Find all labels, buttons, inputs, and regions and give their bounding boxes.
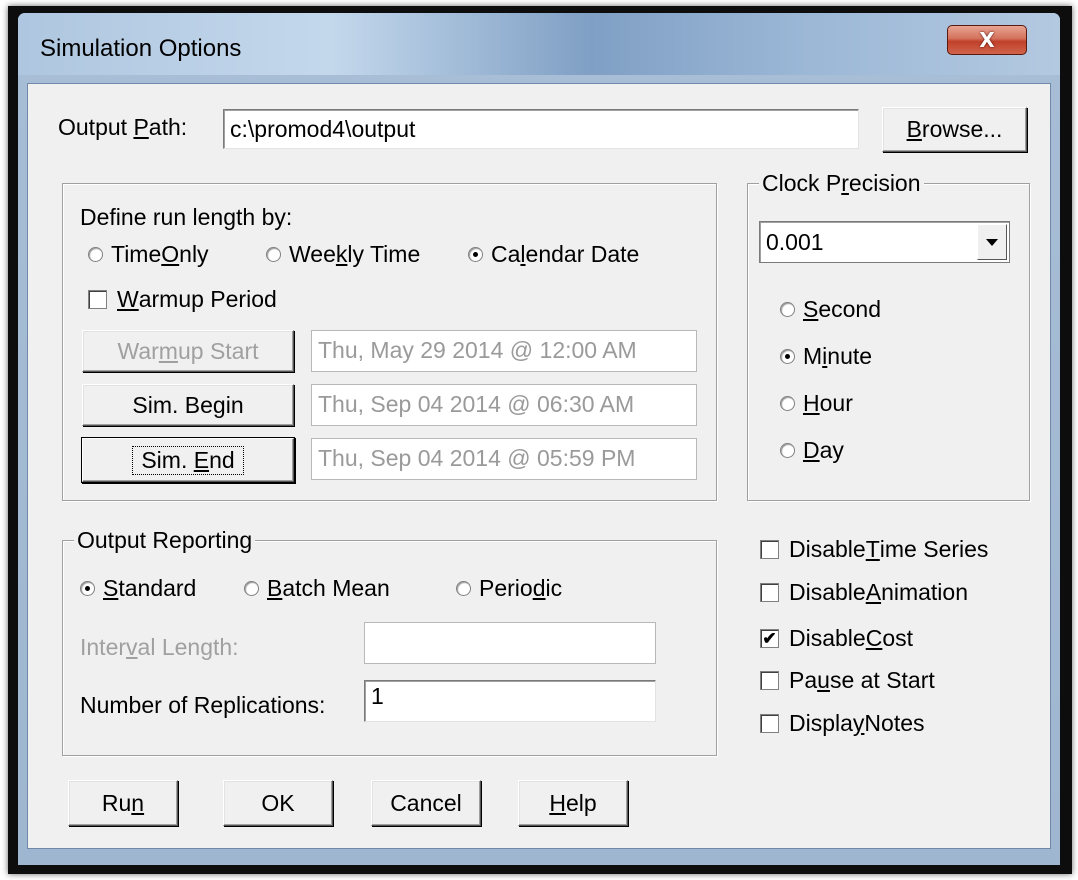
focus-rectangle: Sim. End: [132, 445, 244, 475]
sim-end-field: Thu, Sep 04 2014 @ 05:59 PM: [311, 438, 697, 480]
checkbox-disable-animation[interactable]: Disable Animation: [760, 579, 968, 606]
window-title: Simulation Options: [40, 35, 242, 62]
clock-precision-select[interactable]: 0.001: [759, 221, 1010, 263]
cancel-button[interactable]: Cancel: [371, 780, 481, 826]
radio-weekly-time[interactable]: Wee k ly Time: [266, 241, 420, 268]
run-length-heading: Define run length by:: [80, 204, 293, 230]
clock-precision-value: 0.001: [766, 229, 824, 255]
replications-input[interactable]: 1: [364, 680, 656, 722]
clock-precision-title: Clock Precision: [759, 170, 924, 197]
title-bar[interactable]: Simulation Options X: [18, 13, 1060, 75]
dropdown-button[interactable]: [977, 224, 1007, 260]
radio-indicator-selected: [468, 247, 483, 262]
radio-calendar-date[interactable]: Ca l endar Date: [468, 241, 639, 268]
radio-indicator: [244, 581, 259, 596]
radio-standard[interactable]: Standard: [80, 575, 196, 602]
close-icon: X: [979, 28, 995, 52]
sim-end-button[interactable]: Sim. End: [82, 438, 294, 482]
radio-indicator-selected: [780, 349, 795, 364]
radio-indicator: [780, 396, 795, 411]
checkbox-box: [760, 714, 779, 733]
radio-second[interactable]: Second: [780, 296, 881, 323]
ok-button[interactable]: OK: [223, 780, 333, 826]
radio-time-only[interactable]: Time Only: [88, 241, 209, 268]
output-path-label: Output Path:: [58, 114, 188, 140]
checkbox-pause-at-start[interactable]: Pa u se at Start: [760, 667, 935, 694]
radio-hour[interactable]: Hour: [780, 390, 853, 417]
checkbox-warmup-period[interactable]: Warmup Period: [88, 286, 277, 313]
run-button[interactable]: Ru n: [68, 780, 178, 826]
radio-indicator: [266, 247, 281, 262]
radio-minute[interactable]: Mi nute: [780, 343, 872, 370]
sim-begin-button[interactable]: Sim. Be g in: [82, 384, 294, 426]
checkbox-disable-time-series[interactable]: Disable Time Series: [760, 536, 988, 563]
checkbox-box: [760, 671, 779, 690]
browse-button[interactable]: Browse...: [882, 107, 1027, 152]
dialog-client-area: Output Path: c:\promod4\output Browse...…: [27, 83, 1051, 849]
radio-periodic[interactable]: Perio d ic: [456, 575, 562, 602]
output-path-input[interactable]: c:\promod4\output: [223, 109, 859, 149]
radio-batch-mean[interactable]: Batch Mean: [244, 575, 390, 602]
checkbox-box: [88, 290, 107, 309]
interval-length-label: Interval Length:: [80, 634, 239, 660]
interval-length-input[interactable]: [364, 622, 656, 664]
close-button[interactable]: X: [947, 25, 1027, 55]
radio-indicator-selected: [80, 581, 95, 596]
output-reporting-title: Output Reporting: [74, 527, 256, 554]
replications-label: Number of Replications:: [80, 692, 326, 718]
radio-indicator: [780, 302, 795, 317]
checkbox-box: [760, 583, 779, 602]
radio-indicator: [456, 581, 471, 596]
radio-indicator: [88, 247, 103, 262]
warmup-start-button[interactable]: War m up Start: [82, 330, 294, 372]
warmup-start-field: Thu, May 29 2014 @ 12:00 AM: [311, 330, 697, 372]
checkbox-display-notes[interactable]: Displa y Notes: [760, 710, 925, 737]
dialog-window: Simulation Options X Output Path: c:\pro…: [18, 13, 1060, 865]
checkbox-disable-cost[interactable]: ✔ Disable Cost: [760, 625, 913, 652]
help-button[interactable]: Help: [518, 780, 628, 826]
chevron-down-icon: [986, 238, 998, 246]
radio-day[interactable]: Day: [780, 437, 844, 464]
sim-begin-field: Thu, Sep 04 2014 @ 06:30 AM: [311, 384, 697, 426]
checkmark-icon: ✔: [760, 629, 779, 648]
checkbox-box: [760, 540, 779, 559]
radio-indicator: [780, 443, 795, 458]
